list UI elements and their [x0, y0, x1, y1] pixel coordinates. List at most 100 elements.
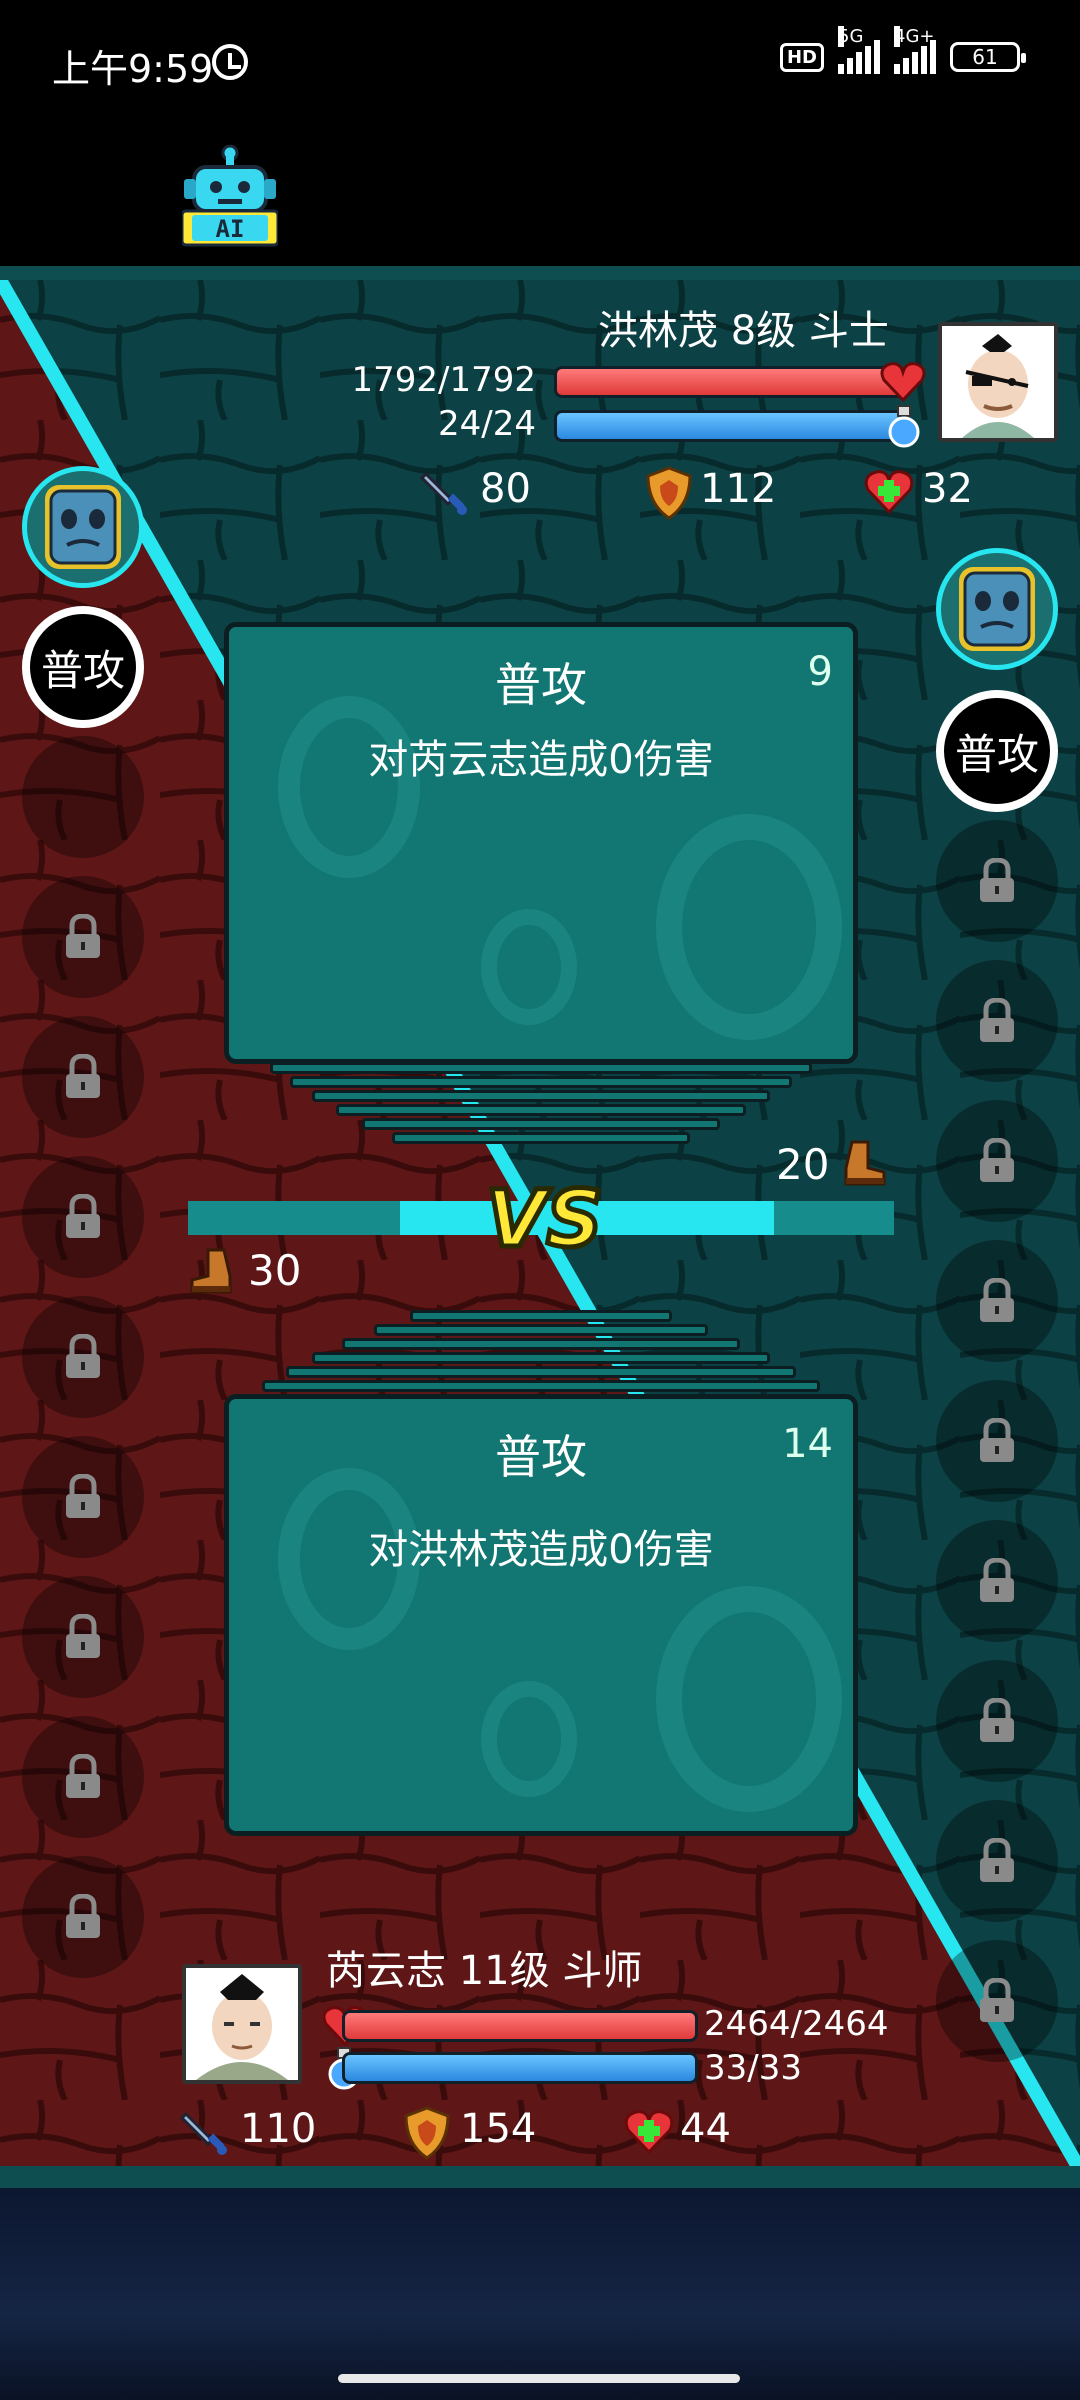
card-stack-edge: [312, 1352, 770, 1364]
network-4g-label: 4G+: [894, 26, 935, 47]
opponent-mp-text: 24/24: [438, 404, 536, 444]
lock-icon: [980, 1138, 1014, 1182]
player-action-card[interactable]: 普攻 14 对洪林茂造成0伤害: [224, 1394, 858, 1836]
opponent-speed: 20: [776, 1140, 830, 1189]
opponent-skill-slot-locked[interactable]: [936, 960, 1058, 1082]
opponent-skill-slot-locked[interactable]: [936, 1100, 1058, 1222]
player-skill-slot-locked[interactable]: [22, 876, 144, 998]
player-hp-bar: [342, 2010, 698, 2042]
card-stack-edge: [342, 1338, 740, 1350]
card-cost: 9: [807, 649, 833, 695]
lock-icon: [980, 1838, 1014, 1882]
opponent-avatar[interactable]: [938, 322, 1058, 442]
opponent-skill-basic-attack[interactable]: 普攻: [936, 690, 1058, 812]
opponent-skill-slot-locked[interactable]: [936, 1660, 1058, 1782]
player-skill-slot-locked[interactable]: [22, 1296, 144, 1418]
player-skill-slot-locked[interactable]: [22, 1576, 144, 1698]
opponent-name: 洪林茂 8级 斗士: [598, 308, 889, 354]
opponent-mp-fill: [557, 413, 903, 439]
player-speed: 30: [248, 1246, 302, 1295]
network-5g-label: 5G: [838, 26, 864, 47]
card-stack-edge: [374, 1324, 708, 1336]
opponent-portrait-icon: [942, 326, 1054, 438]
card-stack-edge: [312, 1090, 770, 1102]
player-avatar[interactable]: [182, 1964, 302, 2084]
card-stack-edge: [336, 1104, 746, 1116]
lock-icon: [980, 858, 1014, 902]
player-skill-slot-locked[interactable]: [22, 1716, 144, 1838]
lock-icon: [980, 1978, 1014, 2022]
opponent-defense: 112: [700, 466, 777, 512]
card-stack-edge: [286, 1366, 796, 1378]
opponent-attack: 80: [480, 466, 531, 512]
battery-icon: 61: [950, 42, 1026, 72]
hd-badge: HD: [779, 42, 824, 72]
card-description: 对芮云志造成0伤害: [368, 737, 714, 783]
boot-icon: [844, 1140, 886, 1186]
player-skill-slot-locked[interactable]: [22, 1856, 144, 1978]
vs-label: VS: [484, 1175, 606, 1265]
card-stack-edge: [362, 1118, 720, 1130]
opponent-action-card[interactable]: 普攻 9 对芮云志造成0伤害: [224, 622, 858, 1064]
ai-label: AI: [216, 215, 245, 243]
lock-icon: [980, 1558, 1014, 1602]
home-indicator[interactable]: [338, 2374, 740, 2383]
lock-icon: [66, 1754, 100, 1798]
sword-icon: [420, 471, 467, 515]
card-stack-edge: [262, 1380, 820, 1392]
opponent-hp-fill: [557, 369, 903, 395]
opponent-hp-text: 1792/1792: [351, 360, 536, 400]
opponent-skill-slot-locked[interactable]: [936, 1240, 1058, 1362]
player-skill-slot-locked[interactable]: [22, 1016, 144, 1138]
heart-icon: [880, 362, 926, 402]
player-mp-fill: [345, 2055, 695, 2081]
opponent-skill-slot-locked[interactable]: [936, 1380, 1058, 1502]
card-description: 对洪林茂造成0伤害: [368, 1527, 714, 1573]
lock-icon: [980, 998, 1014, 1042]
player-hp-text: 2464/2464: [704, 2004, 889, 2044]
bottom-background: [0, 2188, 1080, 2400]
alarm-icon: [212, 44, 248, 80]
lock-icon: [66, 1894, 100, 1938]
player-equipment-slot[interactable]: [22, 466, 144, 588]
opponent-skill-slot-locked[interactable]: [936, 1520, 1058, 1642]
lock-icon: [66, 1474, 100, 1518]
robot-icon: AI: [180, 144, 280, 247]
lock-icon: [66, 1194, 100, 1238]
heart-plus-icon: [624, 2110, 674, 2154]
potion-icon: [888, 405, 920, 448]
ai-robot-button[interactable]: AI: [180, 144, 280, 247]
opponent-skill-slot-locked[interactable]: [936, 1940, 1058, 2062]
opponent-skill-slot-locked[interactable]: [936, 1800, 1058, 1922]
boot-icon: [190, 1248, 232, 1294]
lock-icon: [66, 1614, 100, 1658]
card-title: 普攻: [495, 658, 587, 712]
opponent-skill-slot-locked[interactable]: [936, 820, 1058, 942]
player-portrait-icon: [186, 1968, 298, 2080]
player-name: 芮云志 11级 斗师: [326, 1948, 643, 1994]
lock-icon: [66, 1334, 100, 1378]
shield-icon: [404, 2106, 450, 2160]
player-skill-slot-locked[interactable]: [22, 1156, 144, 1278]
mask-shield-icon: [959, 567, 1035, 651]
top-bar: [0, 130, 1080, 270]
mask-shield-icon: [45, 485, 121, 569]
player-skill-slot-locked[interactable]: [22, 1436, 144, 1558]
signal-5g-icon: 5G: [838, 26, 880, 74]
status-time: 上午9:59: [52, 47, 214, 91]
sword-icon: [180, 2111, 227, 2155]
lock-icon: [66, 914, 100, 958]
opponent-equipment-slot[interactable]: [936, 548, 1058, 670]
opponent-mp-bar: [554, 410, 906, 442]
heart-plus-icon: [864, 470, 914, 514]
player-skill-slot-empty[interactable]: [22, 736, 144, 858]
card-stack-edge: [290, 1076, 792, 1088]
card-cost: 14: [782, 1421, 833, 1467]
player-skill-basic-attack[interactable]: 普攻: [22, 606, 144, 728]
opponent-hp-bar: [554, 366, 906, 398]
opponent-heal: 32: [922, 466, 973, 512]
card-stack-edge: [410, 1310, 672, 1322]
status-indicators: HD 5G 4G+ 61: [779, 26, 1026, 74]
card-stack-edge: [392, 1132, 690, 1144]
lock-icon: [980, 1418, 1014, 1462]
